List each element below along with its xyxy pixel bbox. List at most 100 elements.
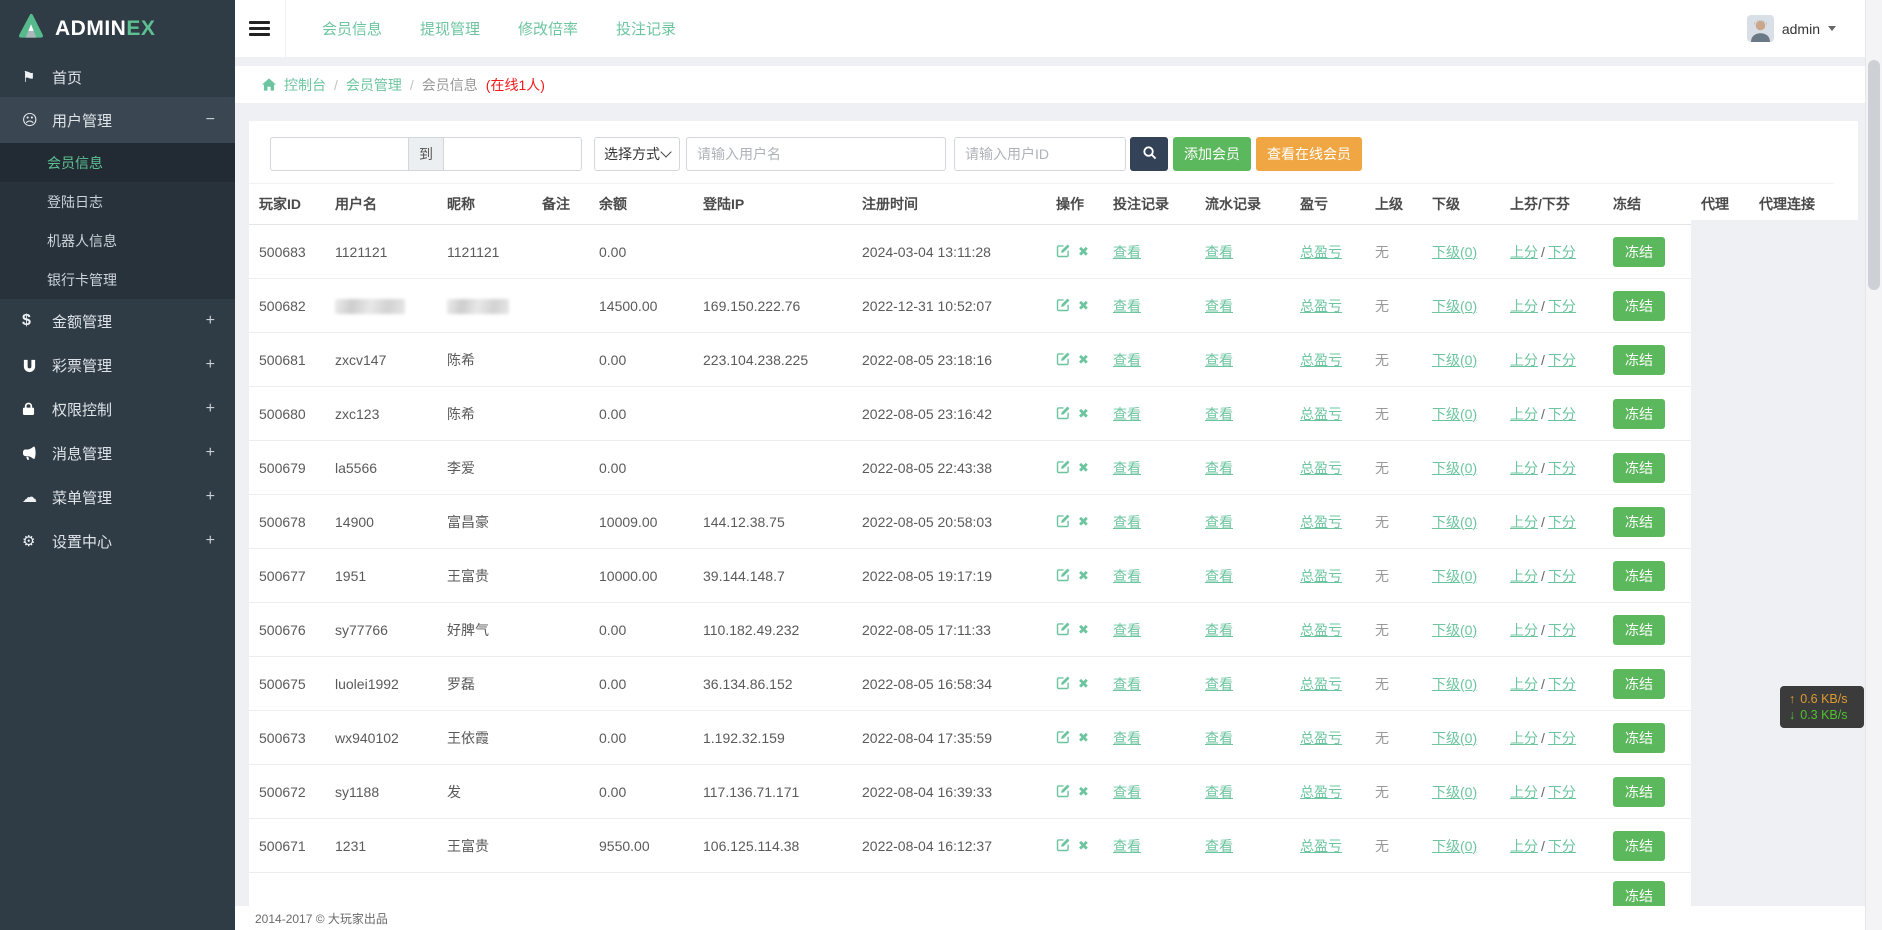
view-bets-link[interactable]: 查看 bbox=[1113, 676, 1141, 692]
edit-icon[interactable] bbox=[1056, 675, 1071, 693]
total-profit-link[interactable]: 总盈亏 bbox=[1300, 622, 1342, 638]
deduct-points-link[interactable]: 下分 bbox=[1548, 838, 1576, 854]
sidebar-subitem-bankcard-mgmt[interactable]: 银行卡管理 bbox=[0, 260, 235, 299]
delete-icon[interactable]: ✖ bbox=[1078, 460, 1089, 475]
userid-input[interactable] bbox=[954, 137, 1126, 171]
freeze-button[interactable]: 冻结 bbox=[1613, 723, 1665, 753]
freeze-button[interactable]: 冻结 bbox=[1613, 561, 1665, 591]
deduct-points-link[interactable]: 下分 bbox=[1548, 676, 1576, 692]
total-profit-link[interactable]: 总盈亏 bbox=[1300, 514, 1342, 530]
breadcrumb-root[interactable]: 控制台 bbox=[284, 75, 326, 95]
freeze-button[interactable]: 冻结 bbox=[1613, 399, 1665, 429]
freeze-button[interactable]: 冻结 bbox=[1613, 507, 1665, 537]
view-bets-link[interactable]: 查看 bbox=[1113, 406, 1141, 422]
delete-icon[interactable]: ✖ bbox=[1078, 244, 1089, 259]
view-bets-link[interactable]: 查看 bbox=[1113, 460, 1141, 476]
breadcrumb-section[interactable]: 会员管理 bbox=[346, 75, 402, 95]
sidebar-item-settings-center[interactable]: ⚙ 设置中心 + bbox=[0, 519, 235, 563]
view-flow-link[interactable]: 查看 bbox=[1205, 622, 1233, 638]
edit-icon[interactable] bbox=[1056, 405, 1071, 423]
view-bets-link[interactable]: 查看 bbox=[1113, 352, 1141, 368]
deduct-points-link[interactable]: 下分 bbox=[1548, 298, 1576, 314]
total-profit-link[interactable]: 总盈亏 bbox=[1300, 244, 1342, 260]
deduct-points-link[interactable]: 下分 bbox=[1548, 730, 1576, 746]
sidebar-item-money-mgmt[interactable]: $ 金额管理 + bbox=[0, 299, 235, 343]
subordinates-link[interactable]: 下级(0) bbox=[1432, 460, 1477, 476]
total-profit-link[interactable]: 总盈亏 bbox=[1300, 460, 1342, 476]
view-flow-link[interactable]: 查看 bbox=[1205, 352, 1233, 368]
view-flow-link[interactable]: 查看 bbox=[1205, 676, 1233, 692]
edit-icon[interactable] bbox=[1056, 297, 1071, 315]
add-points-link[interactable]: 上分 bbox=[1510, 838, 1538, 854]
add-points-link[interactable]: 上分 bbox=[1510, 514, 1538, 530]
delete-icon[interactable]: ✖ bbox=[1078, 406, 1089, 421]
deduct-points-link[interactable]: 下分 bbox=[1548, 406, 1576, 422]
edit-icon[interactable] bbox=[1056, 243, 1071, 261]
freeze-button[interactable]: 冻结 bbox=[1613, 291, 1665, 321]
deduct-points-link[interactable]: 下分 bbox=[1548, 352, 1576, 368]
menu-toggle-button[interactable] bbox=[249, 18, 270, 39]
scrollbar[interactable] bbox=[1865, 0, 1882, 930]
view-bets-link[interactable]: 查看 bbox=[1113, 784, 1141, 800]
freeze-button[interactable]: 冻结 bbox=[1613, 345, 1665, 375]
subordinates-link[interactable]: 下级(0) bbox=[1432, 784, 1477, 800]
view-flow-link[interactable]: 查看 bbox=[1205, 838, 1233, 854]
view-flow-link[interactable]: 查看 bbox=[1205, 298, 1233, 314]
search-button[interactable] bbox=[1130, 137, 1168, 171]
edit-icon[interactable] bbox=[1056, 837, 1071, 855]
add-points-link[interactable]: 上分 bbox=[1510, 730, 1538, 746]
tab-withdraw-mgmt[interactable]: 提现管理 bbox=[420, 18, 480, 39]
add-points-link[interactable]: 上分 bbox=[1510, 244, 1538, 260]
view-flow-link[interactable]: 查看 bbox=[1205, 514, 1233, 530]
deduct-points-link[interactable]: 下分 bbox=[1548, 568, 1576, 584]
total-profit-link[interactable]: 总盈亏 bbox=[1300, 298, 1342, 314]
delete-icon[interactable]: ✖ bbox=[1078, 568, 1089, 583]
freeze-button[interactable]: 冻结 bbox=[1613, 777, 1665, 807]
view-bets-link[interactable]: 查看 bbox=[1113, 568, 1141, 584]
delete-icon[interactable]: ✖ bbox=[1078, 622, 1089, 637]
user-menu[interactable]: admin bbox=[1747, 15, 1836, 42]
sidebar-item-user-mgmt[interactable]: ☹ 用户管理 − bbox=[0, 97, 235, 143]
add-member-button[interactable]: 添加会员 bbox=[1173, 137, 1251, 171]
view-bets-link[interactable]: 查看 bbox=[1113, 838, 1141, 854]
subordinates-link[interactable]: 下级(0) bbox=[1432, 406, 1477, 422]
edit-icon[interactable] bbox=[1056, 351, 1071, 369]
view-flow-link[interactable]: 查看 bbox=[1205, 460, 1233, 476]
subordinates-link[interactable]: 下级(0) bbox=[1432, 838, 1477, 854]
add-points-link[interactable]: 上分 bbox=[1510, 298, 1538, 314]
sidebar-item-menu-mgmt[interactable]: ☁ 菜单管理 + bbox=[0, 475, 235, 519]
delete-icon[interactable]: ✖ bbox=[1078, 352, 1089, 367]
sidebar-item-home[interactable]: ⚑ 首页 bbox=[0, 57, 235, 97]
subordinates-link[interactable]: 下级(0) bbox=[1432, 298, 1477, 314]
total-profit-link[interactable]: 总盈亏 bbox=[1300, 352, 1342, 368]
total-profit-link[interactable]: 总盈亏 bbox=[1300, 784, 1342, 800]
total-profit-link[interactable]: 总盈亏 bbox=[1300, 838, 1342, 854]
sidebar-subitem-login-log[interactable]: 登陆日志 bbox=[0, 182, 235, 221]
view-flow-link[interactable]: 查看 bbox=[1205, 730, 1233, 746]
add-points-link[interactable]: 上分 bbox=[1510, 568, 1538, 584]
add-points-link[interactable]: 上分 bbox=[1510, 406, 1538, 422]
tab-member-info[interactable]: 会员信息 bbox=[322, 18, 382, 39]
add-points-link[interactable]: 上分 bbox=[1510, 622, 1538, 638]
view-flow-link[interactable]: 查看 bbox=[1205, 784, 1233, 800]
sidebar-item-permission-control[interactable]: 权限控制 + bbox=[0, 387, 235, 431]
edit-icon[interactable] bbox=[1056, 621, 1071, 639]
sidebar-subitem-member-info[interactable]: 会员信息 bbox=[0, 143, 235, 182]
sidebar-item-lottery-mgmt[interactable]: 彩票管理 + bbox=[0, 343, 235, 387]
add-points-link[interactable]: 上分 bbox=[1510, 352, 1538, 368]
add-points-link[interactable]: 上分 bbox=[1510, 676, 1538, 692]
deduct-points-link[interactable]: 下分 bbox=[1548, 244, 1576, 260]
edit-icon[interactable] bbox=[1056, 459, 1071, 477]
view-flow-link[interactable]: 查看 bbox=[1205, 406, 1233, 422]
subordinates-link[interactable]: 下级(0) bbox=[1432, 514, 1477, 530]
freeze-button[interactable]: 冻结 bbox=[1613, 453, 1665, 483]
range-start-input[interactable] bbox=[270, 137, 409, 171]
subordinates-link[interactable]: 下级(0) bbox=[1432, 676, 1477, 692]
delete-icon[interactable]: ✖ bbox=[1078, 298, 1089, 313]
freeze-button[interactable]: 冻结 bbox=[1613, 237, 1665, 267]
subordinates-link[interactable]: 下级(0) bbox=[1432, 730, 1477, 746]
subordinates-link[interactable]: 下级(0) bbox=[1432, 568, 1477, 584]
sidebar-item-message-mgmt[interactable]: 消息管理 + bbox=[0, 431, 235, 475]
edit-icon[interactable] bbox=[1056, 729, 1071, 747]
scrollbar-thumb[interactable] bbox=[1868, 60, 1880, 290]
